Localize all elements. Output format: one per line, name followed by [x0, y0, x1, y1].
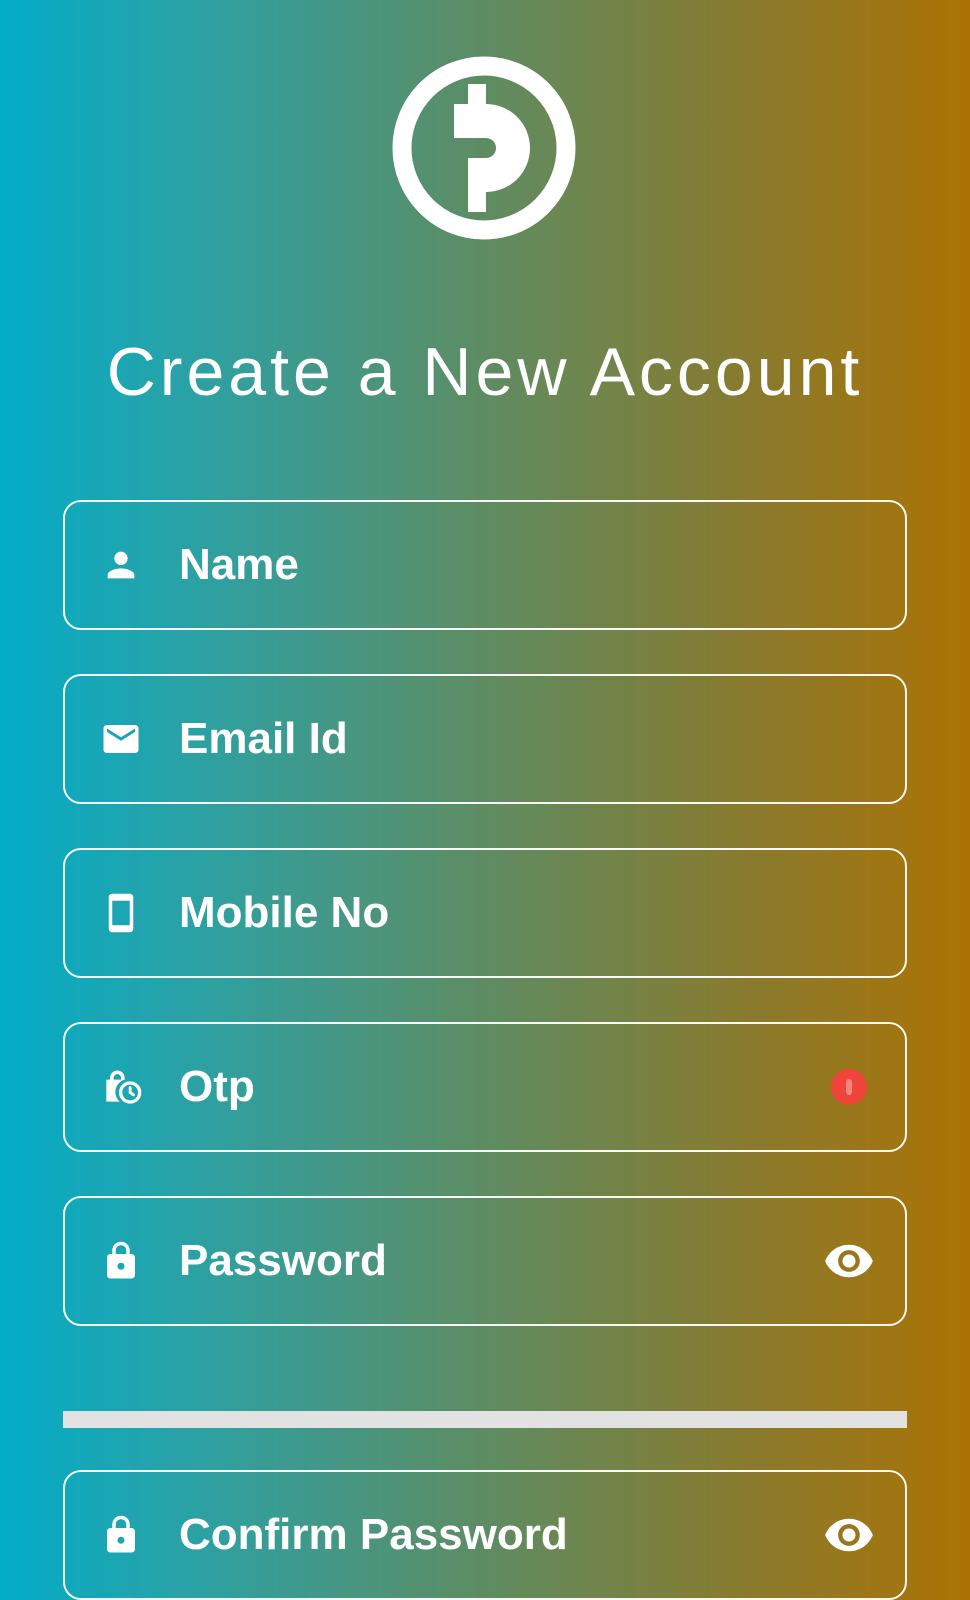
name-placeholder: Name — [179, 540, 299, 589]
email-placeholder: Email Id — [179, 714, 348, 763]
password-placeholder: Password — [179, 1236, 387, 1285]
error-badge-icon — [823, 1061, 875, 1113]
otp-placeholder: Otp — [179, 1062, 255, 1111]
page-title: Create a New Account — [106, 334, 864, 410]
password-field[interactable]: Password — [63, 1196, 907, 1326]
logo-icon — [392, 56, 576, 240]
lock-icon — [99, 1239, 143, 1283]
mobile-field[interactable]: Mobile No — [63, 848, 907, 978]
person-icon — [99, 543, 143, 587]
email-field[interactable]: Email Id — [63, 674, 907, 804]
mail-icon — [99, 717, 143, 761]
password-strength-bar — [63, 1411, 907, 1428]
eye-icon[interactable] — [823, 1509, 875, 1561]
lock-clock-icon — [99, 1065, 143, 1109]
lock-icon — [99, 1513, 143, 1557]
otp-field[interactable]: Otp — [63, 1022, 907, 1152]
confirm-password-field[interactable]: Confirm Password — [63, 1470, 907, 1600]
eye-icon[interactable] — [823, 1235, 875, 1287]
smartphone-icon — [99, 891, 143, 935]
mobile-placeholder: Mobile No — [179, 888, 390, 937]
confirm-password-placeholder: Confirm Password — [179, 1510, 568, 1559]
name-field[interactable]: Name — [63, 500, 907, 630]
